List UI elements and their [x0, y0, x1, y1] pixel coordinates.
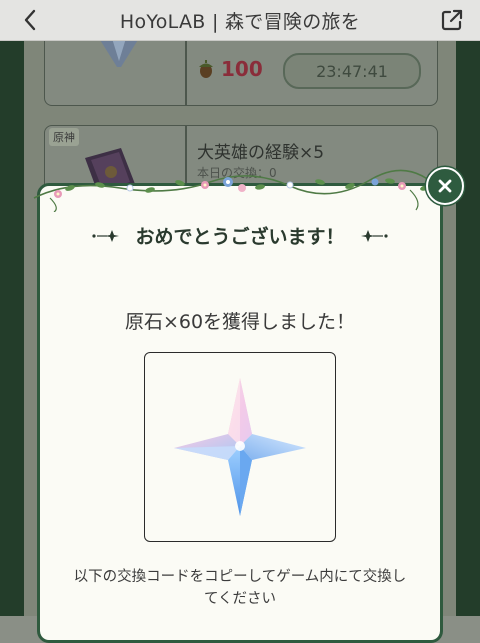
share-external-icon — [441, 9, 463, 31]
price-tag: 100 — [197, 57, 263, 81]
congrats-title: おめでとうございます！ — [135, 226, 345, 248]
acorn-icon — [199, 60, 213, 78]
close-button[interactable] — [426, 167, 464, 205]
sparkle-right-icon — [360, 229, 388, 242]
item-exchange-count: 本日の交換：0 — [197, 166, 277, 180]
congrats-heading: おめでとうございます！ — [37, 222, 443, 249]
card-divider — [185, 35, 187, 105]
price-value: 100 — [221, 57, 263, 81]
sparkle-left-icon — [92, 229, 120, 242]
back-button[interactable] — [14, 4, 46, 36]
primogem-icon — [174, 378, 306, 516]
reward-message: 原石×60を獲得しました！ — [124, 311, 356, 333]
page-title: HoYoLAB | 森で冒険の旅を — [119, 10, 361, 33]
shop-item-card: 100 23:47:41 — [44, 35, 438, 106]
countdown-timer[interactable]: 23:47:41 — [283, 53, 421, 89]
app-header: HoYoLAB | 森で冒険の旅を — [0, 0, 480, 41]
instruction-text: 以下の交換コードをコピーしてゲーム内にて交換してください — [73, 569, 407, 607]
share-button[interactable] — [436, 4, 468, 36]
close-icon — [438, 179, 452, 193]
chevron-left-icon — [24, 9, 36, 31]
item-title: 大英雄の経験×5 — [197, 143, 325, 163]
reward-item-frame — [144, 352, 336, 542]
right-border-strip — [456, 41, 480, 616]
left-border-strip — [0, 41, 24, 616]
